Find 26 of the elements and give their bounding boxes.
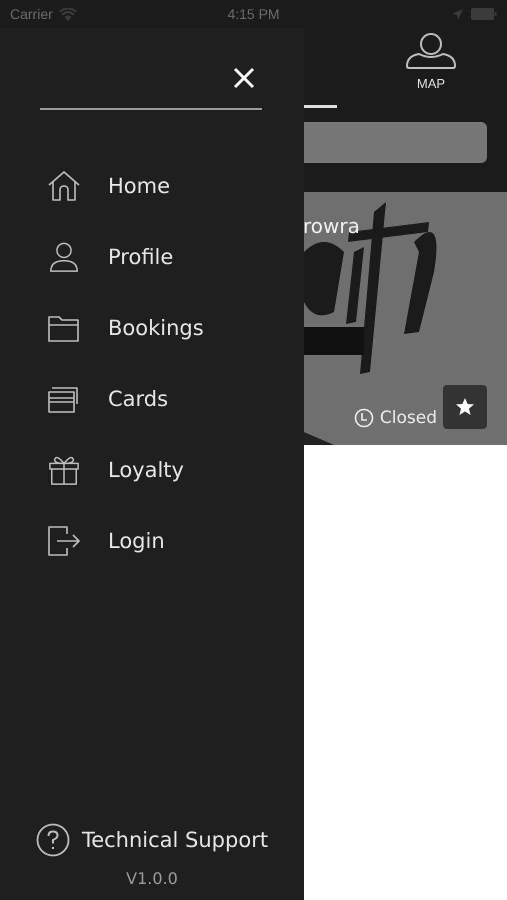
menu-item[interactable]: Loyalty xyxy=(0,434,304,505)
home-icon xyxy=(47,170,81,202)
support-link[interactable]: Technical Support xyxy=(36,823,268,857)
carrier-label: Carrier xyxy=(10,6,53,22)
clock-time: 4:15 PM xyxy=(227,6,280,22)
search-field[interactable] xyxy=(304,122,487,163)
user-icon xyxy=(405,32,457,70)
exit-icon xyxy=(47,524,81,556)
star-icon xyxy=(455,397,475,417)
menu-item[interactable]: Profile xyxy=(0,221,304,292)
menu-item[interactable]: Cards xyxy=(0,363,304,434)
shop-name: rowra xyxy=(304,214,360,238)
opening-status: Closed xyxy=(380,408,437,428)
help-icon xyxy=(36,823,70,857)
wifi-icon xyxy=(58,8,77,20)
menu-item[interactable]: Home xyxy=(0,150,304,221)
menu-item[interactable]: Bookings xyxy=(0,292,304,363)
battery-icon xyxy=(471,8,498,20)
clock-icon xyxy=(354,408,374,428)
location-icon xyxy=(452,8,464,20)
user-icon xyxy=(47,240,81,272)
map-tab[interactable]: MAP xyxy=(405,32,457,91)
favorite-button[interactable] xyxy=(443,385,487,429)
menu-item[interactable]: Login xyxy=(0,505,304,576)
close-button[interactable] xyxy=(232,66,256,90)
version-label: V1.0.0 xyxy=(126,869,178,888)
